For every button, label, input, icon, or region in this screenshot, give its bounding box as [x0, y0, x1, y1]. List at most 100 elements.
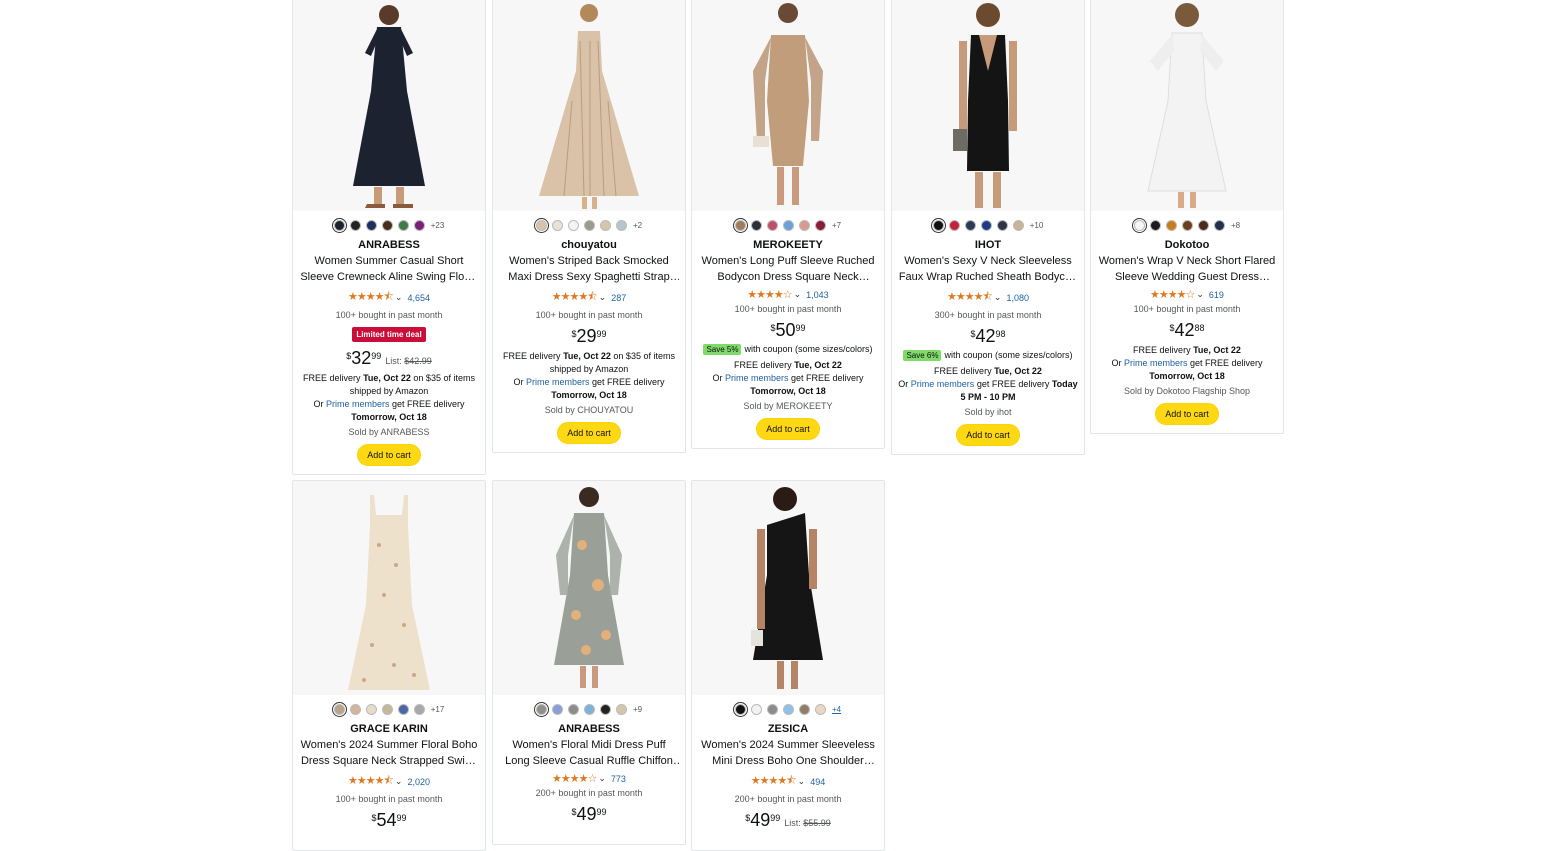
swatch[interactable]	[349, 703, 361, 715]
swatch[interactable]	[782, 703, 794, 715]
rating[interactable]: ★★★★☆ ⌄ 773	[493, 772, 685, 785]
rating[interactable]: ★★★★☆ ⌄ 1,043	[692, 288, 884, 301]
product-title[interactable]: Women's Striped Back Smocked Maxi Dress …	[499, 253, 679, 285]
rating-count[interactable]: 1,080	[1006, 293, 1029, 303]
product-title[interactable]: Women's Sexy V Neck Sleeveless Faux Wrap…	[898, 253, 1078, 285]
product-card[interactable]: +4 ZESICA Women's 2024 Summer Sleeveless…	[691, 480, 885, 851]
rating-count[interactable]: 1,043	[806, 290, 829, 300]
swatch[interactable]	[365, 219, 377, 231]
rating[interactable]: ★★★★⯪ ⌄ 2,020	[293, 772, 485, 791]
swatch[interactable]	[615, 219, 627, 231]
rating-count[interactable]: 619	[1209, 290, 1224, 300]
price[interactable]: $ 42 88	[1091, 320, 1283, 340]
swatch[interactable]	[732, 217, 748, 233]
chevron-down-icon[interactable]: ⌄	[798, 776, 806, 787]
more-colors[interactable]: +8	[1231, 221, 1240, 230]
swatch[interactable]	[533, 217, 549, 233]
chevron-down-icon[interactable]: ⌄	[1196, 289, 1204, 300]
product-card[interactable]: +17 GRACE KARIN Women's 2024 Summer Flor…	[292, 480, 486, 851]
swatch[interactable]	[766, 219, 778, 231]
swatch[interactable]	[365, 703, 377, 715]
swatch[interactable]	[1149, 219, 1161, 231]
swatch[interactable]	[1181, 219, 1193, 231]
swatch[interactable]	[331, 701, 347, 717]
swatch[interactable]	[930, 217, 946, 233]
swatch[interactable]	[1197, 219, 1209, 231]
product-title[interactable]: Women's Wrap V Neck Short Flared Sleeve …	[1097, 253, 1277, 285]
price[interactable]: $ 49 99	[493, 804, 685, 824]
rating[interactable]: ★★★★⯪ ⌄ 4,654	[293, 288, 485, 307]
more-colors[interactable]: +2	[633, 221, 642, 230]
swatch[interactable]	[766, 703, 778, 715]
product-image[interactable]	[892, 0, 1084, 211]
more-colors[interactable]: +23	[431, 221, 445, 230]
swatch[interactable]	[615, 703, 627, 715]
price[interactable]: $ 32 99 List: $42.99	[293, 348, 485, 368]
product-title[interactable]: Women's 2024 Summer Sleeveless Mini Dres…	[698, 737, 878, 769]
swatch[interactable]	[349, 219, 361, 231]
product-image[interactable]	[493, 481, 685, 695]
product-image[interactable]	[293, 0, 485, 211]
prime-link[interactable]: Prime members	[725, 373, 789, 383]
rating[interactable]: ★★★★☆ ⌄ 619	[1091, 288, 1283, 301]
swatch[interactable]	[551, 703, 563, 715]
coupon[interactable]: Save 6% with coupon (some sizes/colors)	[898, 349, 1078, 362]
product-image[interactable]	[692, 481, 884, 695]
more-colors[interactable]: +9	[633, 705, 642, 714]
prime-link[interactable]: Prime members	[911, 379, 975, 389]
swatch[interactable]	[798, 703, 810, 715]
swatch[interactable]	[533, 701, 549, 717]
swatch[interactable]	[599, 219, 611, 231]
swatch[interactable]	[798, 219, 810, 231]
product-image[interactable]	[1091, 0, 1283, 211]
product-title[interactable]: Women's 2024 Summer Floral Boho Dress Sq…	[299, 737, 479, 769]
product-card[interactable]: +23 ANRABESS Women Summer Casual Short S…	[292, 0, 486, 475]
add-to-cart-button[interactable]: Add to cart	[756, 418, 820, 440]
chevron-down-icon[interactable]: ⌄	[599, 292, 607, 303]
swatch[interactable]	[397, 703, 409, 715]
product-title[interactable]: Women's Floral Midi Dress Puff Long Slee…	[499, 737, 679, 769]
rating[interactable]: ★★★★⯪ ⌄ 287	[493, 288, 685, 307]
swatch[interactable]	[964, 219, 976, 231]
swatch[interactable]	[381, 703, 393, 715]
coupon[interactable]: Save 5% with coupon (some sizes/colors)	[698, 343, 878, 356]
swatch[interactable]	[567, 219, 579, 231]
rating-count[interactable]: 287	[611, 293, 626, 303]
price[interactable]: $ 49 99 List: $55.99	[692, 810, 884, 830]
rating-count[interactable]: 2,020	[407, 777, 430, 787]
more-colors[interactable]: +7	[832, 221, 841, 230]
swatch[interactable]	[980, 219, 992, 231]
product-title[interactable]: Women Summer Casual Short Sleeve Crewnec…	[299, 253, 479, 285]
swatch[interactable]	[599, 703, 611, 715]
product-card[interactable]: +8 Dokotoo Women's Wrap V Neck Short Fla…	[1090, 0, 1284, 434]
chevron-down-icon[interactable]: ⌄	[395, 292, 403, 303]
swatch[interactable]	[948, 219, 960, 231]
rating-count[interactable]: 4,654	[407, 293, 430, 303]
swatch[interactable]	[567, 703, 579, 715]
product-image[interactable]	[293, 481, 485, 695]
rating-count[interactable]: 773	[611, 774, 626, 784]
price[interactable]: $ 54 99	[293, 810, 485, 830]
swatch[interactable]	[397, 219, 409, 231]
product-image[interactable]	[493, 0, 685, 211]
swatch[interactable]	[814, 219, 826, 231]
add-to-cart-button[interactable]: Add to cart	[1155, 403, 1219, 425]
swatch[interactable]	[583, 219, 595, 231]
swatch[interactable]	[1213, 219, 1225, 231]
price[interactable]: $ 50 99	[692, 320, 884, 340]
add-to-cart-button[interactable]: Add to cart	[357, 444, 421, 466]
product-card[interactable]: +9 ANRABESS Women's Floral Midi Dress Pu…	[492, 480, 686, 845]
more-colors[interactable]: +17	[431, 705, 445, 714]
swatch[interactable]	[381, 219, 393, 231]
price[interactable]: $ 29 99	[493, 326, 685, 346]
coupon-badge[interactable]: Save 6%	[903, 350, 942, 361]
prime-link[interactable]: Prime members	[326, 399, 390, 409]
add-to-cart-button[interactable]: Add to cart	[557, 422, 621, 444]
swatch[interactable]	[814, 703, 826, 715]
swatch[interactable]	[782, 219, 794, 231]
chevron-down-icon[interactable]: ⌄	[598, 773, 606, 784]
swatch[interactable]	[732, 701, 748, 717]
coupon-badge[interactable]: Save 5%	[703, 344, 742, 355]
chevron-down-icon[interactable]: ⌄	[395, 776, 403, 787]
chevron-down-icon[interactable]: ⌄	[794, 289, 802, 300]
